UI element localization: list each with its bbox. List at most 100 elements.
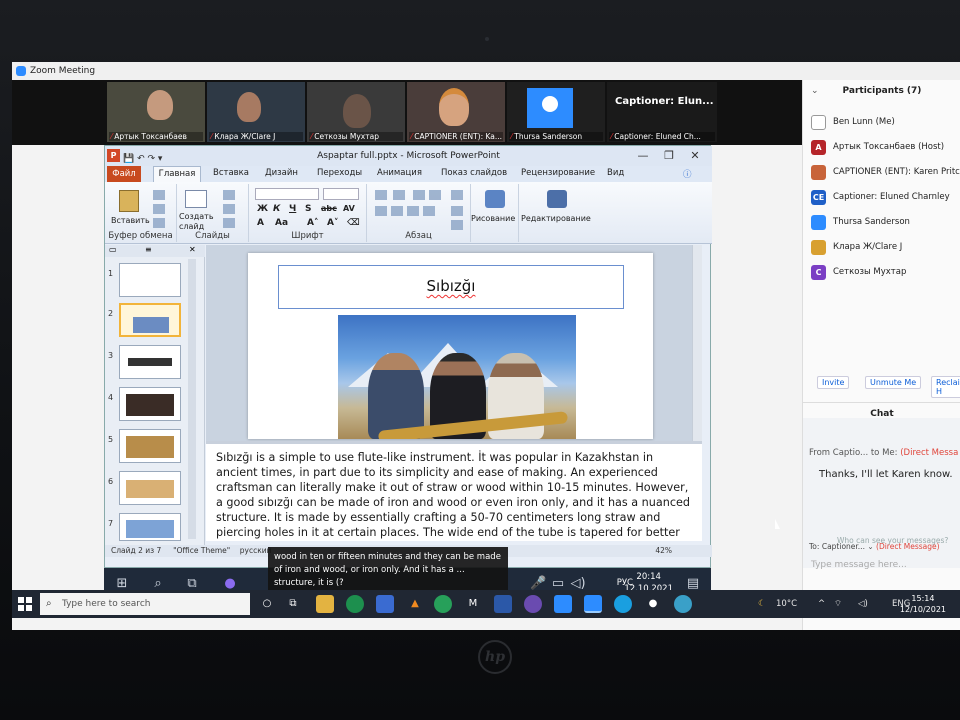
chat-input[interactable]: Type message here... (811, 560, 907, 570)
weather-temperature[interactable]: 10°C (776, 595, 797, 613)
slide-thumbnail[interactable] (119, 387, 181, 421)
spacing-icon[interactable]: AV (343, 204, 355, 213)
tab-animation[interactable]: Анимация (377, 168, 422, 178)
tab-insert[interactable]: Вставка (213, 168, 249, 178)
clear-format-icon[interactable]: ⌫ (347, 218, 360, 228)
align-left-icon[interactable] (375, 206, 387, 216)
cortana-icon[interactable]: ○ (258, 595, 276, 613)
font-color-icon[interactable]: A (257, 218, 264, 228)
new-slide-icon[interactable] (185, 190, 207, 208)
editing-button[interactable]: Редактирование (521, 214, 591, 223)
video-tile[interactable]: ⁄ Thursa Sanderson (507, 82, 605, 142)
participant-row[interactable]: Ben Lunn (Me) (811, 114, 960, 130)
task-view-icon[interactable]: ⧉ (284, 595, 302, 613)
font-name-dropdown[interactable] (255, 188, 319, 200)
taskbar-clock[interactable]: 15:14 12/10/2021 (900, 593, 946, 615)
word-icon[interactable] (494, 595, 512, 613)
align-text-icon[interactable] (451, 206, 463, 216)
tray-volume-icon[interactable]: ◁) (858, 595, 868, 613)
recipient-dropdown[interactable]: Captioner... (822, 542, 865, 551)
tab-slideshow[interactable]: Показ слайдов (441, 168, 507, 178)
text-direction-icon[interactable] (451, 190, 463, 200)
reset-icon[interactable] (223, 204, 235, 214)
title-placeholder[interactable]: Sıbızğı (278, 265, 624, 309)
increase-indent-icon[interactable] (429, 190, 441, 200)
paste-icon[interactable] (119, 190, 139, 212)
shrink-font-icon[interactable]: A˅ (327, 218, 338, 228)
copy-icon[interactable] (153, 204, 165, 214)
align-right-icon[interactable] (407, 206, 419, 216)
app-m-icon[interactable]: M (464, 595, 482, 613)
participant-row[interactable]: C Сеткозы Мухтар (811, 264, 960, 280)
taskbar-search[interactable]: ⌕ Type here to search (40, 593, 250, 615)
outline-tab-icon[interactable]: ▭ (109, 245, 117, 254)
windows-start-icon[interactable] (18, 597, 32, 611)
telegram-icon[interactable] (614, 595, 632, 613)
format-painter-icon[interactable] (153, 218, 165, 228)
outlook-icon[interactable] (554, 595, 572, 613)
slide-thumbnail[interactable] (119, 263, 181, 297)
shapes-icon[interactable] (485, 190, 505, 208)
maximize-button[interactable]: ❐ (656, 148, 682, 164)
app-icon[interactable] (674, 595, 692, 613)
video-tile[interactable]: Captioner: Elun... ⁄ Captioner: Eluned Ch… (607, 82, 717, 142)
bullets-icon[interactable] (375, 190, 387, 200)
participant-row[interactable]: Клара Ж/Clare J (811, 239, 960, 255)
participant-row[interactable]: CAPTIONER (ENT): Karen Pritchard (811, 164, 960, 180)
section-icon[interactable] (223, 218, 235, 228)
vlc-icon[interactable]: ▲ (406, 595, 424, 613)
help-icon[interactable]: ⓘ (683, 168, 692, 180)
chat-app-icon[interactable]: ● (644, 595, 662, 613)
participant-row[interactable]: Thursa Sanderson (811, 214, 960, 230)
slide-thumbnail[interactable] (119, 471, 181, 505)
decrease-indent-icon[interactable] (413, 190, 425, 200)
participant-row[interactable]: CE Captioner: Eluned Charnley (811, 189, 960, 205)
tab-transitions[interactable]: Переходы (317, 168, 362, 178)
pane-close-icon[interactable]: ✕ (189, 245, 196, 254)
app-icon[interactable] (376, 595, 394, 613)
slide-canvas[interactable]: Sıbızğı (248, 253, 653, 439)
numbering-icon[interactable] (393, 190, 405, 200)
weather-icon[interactable]: ☾ (758, 595, 766, 613)
tab-view[interactable]: Вид (607, 168, 624, 178)
slide-thumbnail-selected[interactable] (119, 303, 181, 337)
layout-icon[interactable] (223, 190, 235, 200)
slide-thumbnail[interactable] (119, 513, 181, 541)
zoom-taskbar-icon[interactable] (584, 595, 602, 613)
unmute-button[interactable]: Unmute Me (865, 376, 922, 389)
tab-review[interactable]: Рецензирование (521, 168, 595, 178)
grow-font-icon[interactable]: A˄ (307, 218, 318, 228)
close-button[interactable]: ✕ (682, 148, 708, 164)
paste-button[interactable]: Вставить (111, 216, 150, 225)
video-tile[interactable]: ⁄ Сеткозы Мухтар (307, 82, 405, 142)
justify-icon[interactable] (423, 206, 435, 216)
shadow-icon[interactable]: S (305, 204, 311, 214)
change-case-icon[interactable]: Aa (275, 218, 288, 228)
video-tile[interactable]: ⁄ CAPTIONER (ENT): Ka... (407, 82, 505, 142)
video-tile[interactable]: ⁄ Клара Ж/Clare J (207, 82, 305, 142)
underline-icon[interactable]: Ч (289, 204, 296, 214)
slide-thumbnail[interactable] (119, 345, 181, 379)
smartart-icon[interactable] (451, 220, 463, 230)
notes-pane[interactable]: Sıbızğı is a simple to use flute-like in… (206, 441, 702, 541)
minimize-button[interactable]: — (630, 148, 656, 164)
font-size-dropdown[interactable] (323, 188, 359, 200)
status-language[interactable]: русский (240, 546, 272, 555)
drawing-button[interactable]: Рисование (471, 214, 515, 223)
musicians-photo[interactable] (338, 315, 576, 439)
file-explorer-icon[interactable] (316, 595, 334, 613)
align-center-icon[interactable] (391, 206, 403, 216)
bold-icon[interactable]: Ж (257, 204, 268, 214)
tab-home[interactable]: Главная (153, 166, 201, 182)
strikethrough-icon[interactable]: abc (321, 204, 337, 213)
tab-design[interactable]: Дизайн (265, 168, 298, 178)
slide-thumbnail[interactable] (119, 429, 181, 463)
browser-icon[interactable] (434, 595, 452, 613)
slide-scrollbar[interactable] (692, 245, 702, 441)
tab-file[interactable]: Файл (107, 166, 141, 182)
cut-icon[interactable] (153, 190, 165, 200)
zoom-level[interactable]: 42% (655, 545, 672, 557)
video-tile[interactable]: ⁄ Артык Токсанбаев (107, 82, 205, 142)
slides-tab-icon[interactable]: ≡ (145, 245, 152, 254)
invite-button[interactable]: Invite (817, 376, 850, 389)
